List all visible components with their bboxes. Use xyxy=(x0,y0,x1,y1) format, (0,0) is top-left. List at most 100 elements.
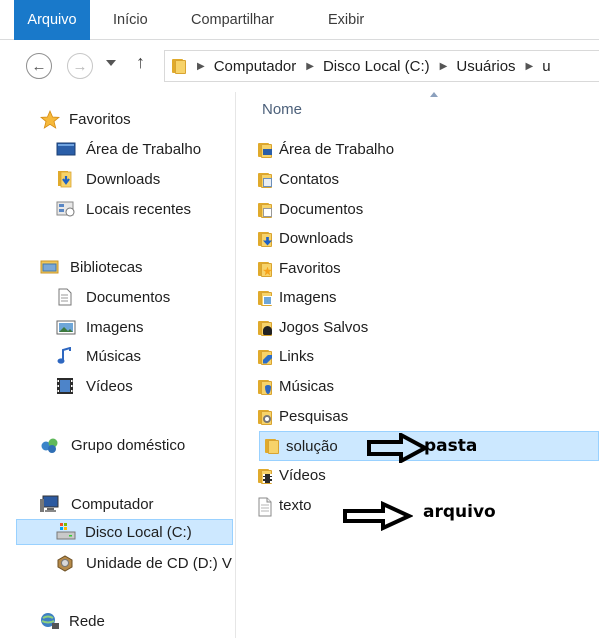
content-pane: Nome Área de Trabalho Contatos Documento… xyxy=(237,92,599,638)
arrow-up-icon: ↑ xyxy=(136,52,145,72)
list-item[interactable]: texto xyxy=(257,492,312,519)
tab-exibir[interactable]: Exibir xyxy=(328,0,364,40)
column-header-nome[interactable]: Nome xyxy=(262,101,302,118)
favorites-folder-icon xyxy=(257,261,273,277)
item-name: Links xyxy=(279,348,315,365)
nav-label: Computador xyxy=(71,495,154,513)
folder-icon xyxy=(171,58,187,74)
chevron-right-icon: ▶ xyxy=(525,60,534,72)
item-name: Músicas xyxy=(279,378,335,395)
nav-area-de-trabalho[interactable]: Área de Trabalho xyxy=(56,136,201,162)
pictures-icon xyxy=(56,318,76,336)
annotation-label-pasta: pasta xyxy=(424,436,478,456)
nav-label: Área de Trabalho xyxy=(86,140,202,158)
videos-icon xyxy=(56,377,74,395)
list-item[interactable]: Downloads xyxy=(257,225,353,252)
nav-label: Unidade de CD (D:) V xyxy=(86,554,232,572)
links-folder-icon xyxy=(257,349,273,365)
ribbon: Arquivo Início Compartilhar Exibir xyxy=(0,0,599,40)
up-button[interactable]: ↑ xyxy=(136,52,145,73)
nav-label: Grupo doméstico xyxy=(71,436,186,454)
item-name: Vídeos xyxy=(279,467,326,484)
computer-icon xyxy=(40,495,59,513)
item-name: texto xyxy=(279,497,312,514)
list-item[interactable]: Músicas xyxy=(257,373,334,400)
list-item[interactable]: Favoritos xyxy=(257,255,341,282)
recent-locations-button[interactable] xyxy=(106,60,116,66)
list-item[interactable]: Jogos Salvos xyxy=(257,314,368,341)
breadcrumb-computador[interactable]: Computador xyxy=(214,58,297,75)
item-name: Jogos Salvos xyxy=(279,319,369,336)
nav-locais-recentes[interactable]: Locais recentes xyxy=(56,196,191,222)
tab-inicio[interactable]: Início xyxy=(113,0,148,40)
back-button[interactable]: ← xyxy=(26,53,52,79)
nav-rede[interactable]: Rede xyxy=(40,608,105,634)
drive-icon xyxy=(56,523,76,541)
document-icon xyxy=(56,288,74,306)
forward-button[interactable]: → xyxy=(67,53,93,79)
nav-label: Rede xyxy=(69,612,105,630)
list-item[interactable]: Vídeos xyxy=(257,462,326,489)
list-item[interactable]: Área de Trabalho xyxy=(257,136,394,163)
desktop-folder-icon xyxy=(257,142,273,158)
nav-computador[interactable]: Computador xyxy=(40,491,154,517)
annotation-arrow-icon xyxy=(367,433,427,463)
address-bar[interactable]: ▶ Computador ▶ Disco Local (C:) ▶ Usuári… xyxy=(164,50,599,82)
documents-folder-icon xyxy=(257,202,273,218)
nav-disco-local[interactable]: Disco Local (C:) xyxy=(16,519,233,545)
saved-games-folder-icon xyxy=(257,320,273,336)
downloads-folder-icon xyxy=(257,231,273,247)
desktop-icon xyxy=(56,140,76,158)
music-folder-icon xyxy=(257,379,273,395)
address-row: ← → ↑ ▶ Computador ▶ Disco Local (C:) ▶ … xyxy=(0,40,599,92)
nav-imagens[interactable]: Imagens xyxy=(56,314,144,340)
list-item[interactable]: Pesquisas xyxy=(257,403,348,430)
folder-icon xyxy=(264,438,280,454)
breadcrumb-user[interactable]: u xyxy=(542,58,550,75)
breadcrumb-usuarios[interactable]: Usuários xyxy=(456,58,515,75)
searches-folder-icon xyxy=(257,409,273,425)
nav-videos[interactable]: Vídeos xyxy=(56,373,133,399)
item-name: Imagens xyxy=(279,289,337,306)
annotation-pasta: pasta xyxy=(367,433,477,463)
recent-places-icon xyxy=(56,200,75,218)
nav-grupo-domestico[interactable]: Grupo doméstico xyxy=(40,432,185,458)
arrow-right-icon: → xyxy=(72,57,88,75)
item-name: Contatos xyxy=(279,171,340,188)
item-name: Documentos xyxy=(279,201,364,218)
nav-downloads[interactable]: Downloads xyxy=(56,166,160,192)
nav-favoritos[interactable]: Favoritos xyxy=(39,106,131,132)
item-name: Downloads xyxy=(279,230,354,247)
list-item[interactable]: Links xyxy=(257,343,314,370)
list-item[interactable]: Imagens xyxy=(257,284,337,311)
network-icon xyxy=(40,612,59,630)
list-item[interactable]: Contatos xyxy=(257,166,339,193)
tab-compartilhar[interactable]: Compartilhar xyxy=(191,0,274,40)
item-name: Favoritos xyxy=(279,260,341,277)
nav-label: Documentos xyxy=(86,288,171,306)
nav-unidade-cd[interactable]: Unidade de CD (D:) V xyxy=(56,550,234,576)
chevron-right-icon: ▶ xyxy=(306,60,314,72)
breadcrumb-disco-local[interactable]: Disco Local (C:) xyxy=(323,58,430,75)
list-item[interactable]: Documentos xyxy=(257,196,363,223)
item-name: solução xyxy=(286,437,338,455)
item-name: Pesquisas xyxy=(279,408,349,425)
star-icon xyxy=(39,109,61,129)
nav-label: Músicas xyxy=(86,347,142,365)
nav-documentos[interactable]: Documentos xyxy=(56,284,170,310)
arrow-left-icon: ← xyxy=(31,57,47,75)
navigation-pane: Favoritos Área de Trabalho Downloads Loc… xyxy=(0,92,236,638)
chevron-right-icon: ▶ xyxy=(197,60,205,72)
videos-folder-icon xyxy=(257,468,273,484)
nav-label: Imagens xyxy=(86,318,144,336)
annotation-arquivo: arquivo xyxy=(343,501,496,531)
downloads-folder-icon xyxy=(56,170,74,188)
nav-label: Bibliotecas xyxy=(70,258,143,276)
music-icon xyxy=(56,346,74,365)
nav-bibliotecas[interactable]: Bibliotecas xyxy=(40,254,143,280)
contacts-folder-icon xyxy=(257,172,273,188)
nav-label: Downloads xyxy=(86,170,161,188)
nav-musicas[interactable]: Músicas xyxy=(56,343,141,369)
tab-arquivo[interactable]: Arquivo xyxy=(14,0,90,40)
chevron-right-icon: ▶ xyxy=(439,60,448,72)
